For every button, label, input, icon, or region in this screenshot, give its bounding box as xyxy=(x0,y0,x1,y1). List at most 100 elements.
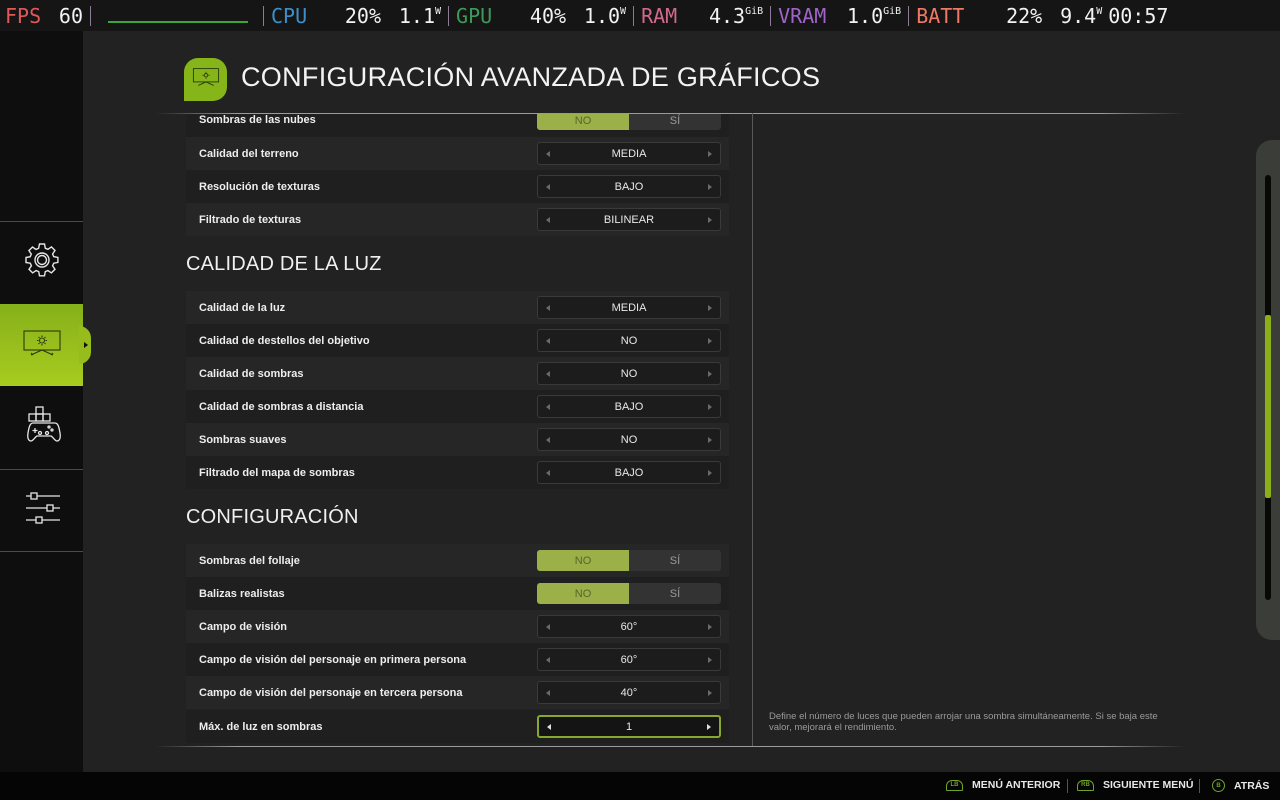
arrow-left-icon[interactable] xyxy=(546,304,550,311)
arrow-right-icon[interactable] xyxy=(708,337,712,344)
hint-label: ATRÁS xyxy=(1234,779,1270,792)
previous-menu-hint[interactable]: LB MENÚ ANTERIOR xyxy=(946,779,1060,791)
arrow-left-icon[interactable] xyxy=(547,723,551,730)
setting-label: Resolución de texturas xyxy=(199,180,321,193)
arrow-left-icon[interactable] xyxy=(546,436,550,443)
toggle-option-no[interactable]: NO xyxy=(537,583,629,604)
scrollbar-thumb[interactable] xyxy=(1265,315,1271,498)
first-person-fov-selector[interactable]: 60° xyxy=(537,648,721,671)
arrow-right-icon[interactable] xyxy=(708,183,712,190)
toggle-option-yes[interactable]: SÍ xyxy=(629,550,721,571)
vram-value: 1.0 xyxy=(847,3,884,28)
max-shadow-lights-selector[interactable]: 1 xyxy=(537,715,721,738)
arrow-left-icon[interactable] xyxy=(546,689,550,696)
active-indicator xyxy=(79,326,91,364)
vram-unit: GiB xyxy=(883,6,902,17)
arrow-right-icon[interactable] xyxy=(708,623,712,630)
sidebar-divider xyxy=(0,551,83,552)
arrow-left-icon[interactable] xyxy=(546,403,550,410)
next-menu-hint[interactable]: RB SIGUIENTE MENÚ xyxy=(1077,779,1193,791)
realistic-beacons-toggle[interactable]: NO SÍ xyxy=(537,583,721,604)
batt-power-unit: W xyxy=(1096,6,1103,17)
arrow-right-icon[interactable] xyxy=(708,150,712,157)
selector-value: BAJO xyxy=(614,400,644,413)
shadow-quality-selector[interactable]: NO xyxy=(537,362,721,385)
soft-shadows-selector[interactable]: NO xyxy=(537,428,721,451)
controller-icon xyxy=(23,405,61,449)
arrow-right-icon[interactable] xyxy=(708,689,712,696)
sidebar-item-adjustments[interactable] xyxy=(0,469,83,551)
sidebar-item-general-settings[interactable] xyxy=(0,221,83,303)
gear-icon xyxy=(23,241,61,284)
sidebar-item-controls[interactable] xyxy=(0,386,83,468)
arrow-left-icon[interactable] xyxy=(546,370,550,377)
setting-label: Filtrado de texturas xyxy=(199,213,302,226)
setting-description: Define el número de luces que pueden arr… xyxy=(769,711,1158,733)
arrow-right-icon[interactable] xyxy=(708,656,712,663)
setting-row-lens-flare: Calidad de destellos del objetivo NO xyxy=(186,324,729,357)
arrow-left-icon[interactable] xyxy=(546,337,550,344)
selector-value: 1 xyxy=(625,720,633,733)
field-of-view-selector[interactable]: 60° xyxy=(537,615,721,638)
arrow-right-icon[interactable] xyxy=(708,403,712,410)
arrow-left-icon[interactable] xyxy=(546,469,550,476)
cpu-label: CPU xyxy=(271,3,308,28)
arrow-left-icon[interactable] xyxy=(546,623,550,630)
foliage-shadows-toggle[interactable]: NO SÍ xyxy=(537,550,721,571)
selector-value: 60° xyxy=(620,653,638,666)
fps-value: 60 xyxy=(58,3,83,28)
separator xyxy=(633,5,635,26)
third-person-fov-selector[interactable]: 40° xyxy=(537,681,721,704)
separator xyxy=(908,5,910,26)
toggle-option-no[interactable]: NO xyxy=(537,114,629,130)
lb-button-icon: LB xyxy=(946,779,963,791)
light-quality-selector[interactable]: MEDIA xyxy=(537,296,721,319)
distance-shadow-quality-selector[interactable]: BAJO xyxy=(537,395,721,418)
arrow-left-icon[interactable] xyxy=(546,656,550,663)
arrow-left-icon[interactable] xyxy=(546,216,550,223)
setting-label: Calidad de sombras a distancia xyxy=(199,400,364,413)
toggle-option-yes[interactable]: SÍ xyxy=(629,583,721,604)
gpu-percent: 40% xyxy=(529,3,567,28)
arrow-left-icon[interactable] xyxy=(546,150,550,157)
sliders-icon xyxy=(23,491,61,530)
arrow-right-icon[interactable] xyxy=(708,436,712,443)
separator xyxy=(1199,779,1200,793)
b-button-icon: B xyxy=(1212,779,1225,792)
toggle-option-yes[interactable]: SÍ xyxy=(629,114,721,130)
hint-label: SIGUIENTE MENÚ xyxy=(1103,779,1194,791)
page-title: CONFIGURACIÓN AVANZADA DE GRÁFICOS xyxy=(241,62,821,92)
arrow-left-icon[interactable] xyxy=(546,183,550,190)
texture-resolution-selector[interactable]: BAJO xyxy=(537,175,721,198)
fps-graph xyxy=(108,6,248,26)
setting-row-shadow-quality: Calidad de sombras NO xyxy=(186,357,729,390)
arrow-right-icon[interactable] xyxy=(708,216,712,223)
batt-power: 9.4 xyxy=(1060,3,1097,28)
arrow-right-icon[interactable] xyxy=(708,370,712,377)
batt-percent: 22% xyxy=(1006,3,1043,28)
setting-label: Sombras de las nubes xyxy=(199,114,316,126)
texture-filtering-selector[interactable]: BILINEAR xyxy=(537,208,721,231)
sidebar xyxy=(0,31,91,772)
cpu-power-unit: W xyxy=(435,6,442,17)
setting-row-field-of-view: Campo de visión 60° xyxy=(186,610,729,643)
toggle-option-no[interactable]: NO xyxy=(537,550,629,571)
setting-row-first-person-fov: Campo de visión del personaje en primera… xyxy=(186,643,729,676)
display-settings-icon xyxy=(22,329,62,362)
terrain-quality-selector[interactable]: MEDIA xyxy=(537,142,721,165)
arrow-right-icon[interactable] xyxy=(708,304,712,311)
setting-label: Calidad de sombras xyxy=(199,367,304,380)
ram-label: RAM xyxy=(641,3,678,28)
sidebar-item-advanced-graphics[interactable] xyxy=(0,304,91,386)
setting-row-cloud-shadows: Sombras de las nubes NO SÍ xyxy=(186,114,729,137)
setting-label: Calidad del terreno xyxy=(199,147,299,160)
separator xyxy=(448,5,450,26)
back-hint[interactable]: B ATRÁS xyxy=(1212,779,1269,792)
cloud-shadows-toggle[interactable]: NO SÍ xyxy=(537,114,721,130)
settings-list: Sombras de las nubes NO SÍ Calidad del t… xyxy=(186,114,729,746)
shadow-map-filtering-selector[interactable]: BAJO xyxy=(537,461,721,484)
arrow-right-icon[interactable] xyxy=(708,469,712,476)
setting-label: Máx. de luz en sombras xyxy=(199,720,323,733)
arrow-right-icon[interactable] xyxy=(707,723,711,730)
lens-flare-selector[interactable]: NO xyxy=(537,329,721,352)
